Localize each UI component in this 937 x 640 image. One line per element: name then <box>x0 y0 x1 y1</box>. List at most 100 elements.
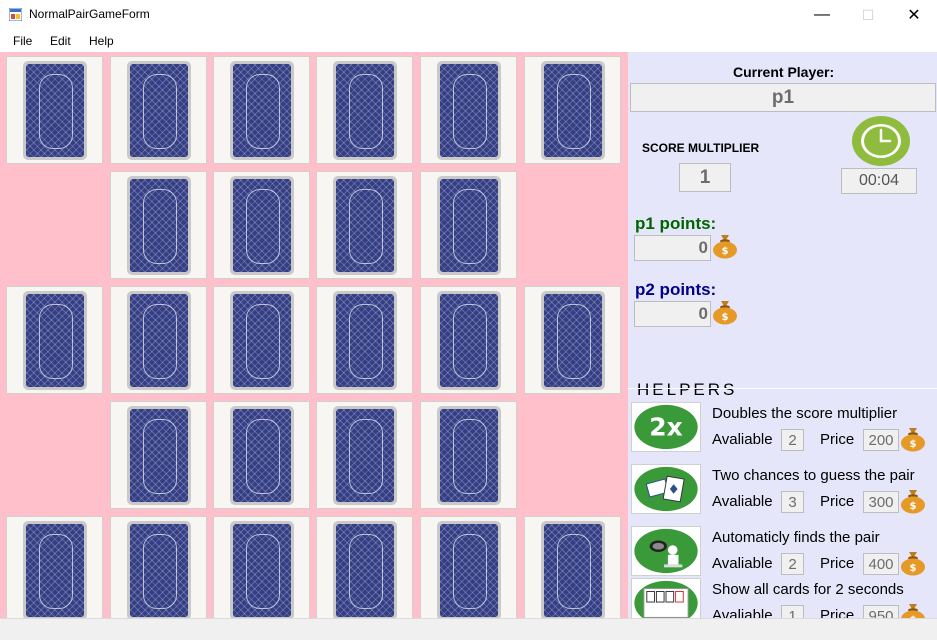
current-player-label: Current Player: <box>733 64 835 80</box>
helper-available-value: 2 <box>781 553 804 575</box>
card-back-image <box>23 291 87 390</box>
helper-price-value: 200 <box>863 429 899 451</box>
maximize-button[interactable]: ☐ <box>845 0 891 30</box>
timer-display: 00:04 <box>841 168 917 194</box>
card-back-image <box>230 406 294 505</box>
card-back-image <box>127 61 191 160</box>
svg-text:$: $ <box>910 563 917 574</box>
game-board <box>0 52 628 624</box>
card[interactable] <box>420 286 517 394</box>
card-back-image <box>437 406 501 505</box>
card[interactable] <box>110 401 207 509</box>
score-multiplier-value: 1 <box>679 163 731 192</box>
card[interactable] <box>420 516 517 624</box>
svg-text:2x: 2x <box>649 413 682 442</box>
current-player-value: p1 <box>630 83 936 112</box>
card[interactable] <box>213 516 310 624</box>
card[interactable] <box>420 171 517 279</box>
app-icon <box>9 8 22 21</box>
card[interactable] <box>316 401 413 509</box>
find-pair-icon[interactable] <box>631 526 701 576</box>
card[interactable] <box>213 56 310 164</box>
helpers-title: HELPERS <box>637 380 738 399</box>
menu-edit[interactable]: Edit <box>50 34 71 48</box>
helper-available-label: Avaliable <box>712 493 773 510</box>
money-bag-icon: $ <box>898 426 928 452</box>
p2-points-label: p2 points: <box>635 280 717 299</box>
card[interactable] <box>110 56 207 164</box>
card[interactable] <box>213 286 310 394</box>
helper-description: Show all cards for 2 seconds <box>712 581 904 598</box>
menu-bar: File Edit Help <box>0 30 937 52</box>
helper-price-value: 300 <box>863 491 899 513</box>
card[interactable] <box>316 286 413 394</box>
clock-icon <box>852 116 910 166</box>
window-title: NormalPairGameForm <box>29 7 150 21</box>
card[interactable] <box>316 516 413 624</box>
card[interactable] <box>6 56 103 164</box>
card-back-image <box>23 521 87 620</box>
helper-available-label: Avaliable <box>712 431 773 448</box>
card[interactable] <box>110 286 207 394</box>
helper-description: Doubles the score multiplier <box>712 405 898 422</box>
double-multiplier-icon[interactable]: 2x <box>631 402 701 452</box>
card-back-image <box>127 291 191 390</box>
status-bar <box>0 618 937 640</box>
money-bag-icon: $ <box>898 488 928 514</box>
minimize-button[interactable]: — <box>799 0 845 30</box>
card[interactable] <box>213 401 310 509</box>
menu-help[interactable]: Help <box>89 34 114 48</box>
card-back-image <box>230 61 294 160</box>
card[interactable] <box>316 56 413 164</box>
card-back-image <box>541 521 605 620</box>
card-back-image <box>230 291 294 390</box>
card[interactable] <box>524 56 621 164</box>
helper-price-label: Price <box>820 555 855 572</box>
card-back-image <box>127 406 191 505</box>
two-chances-icon[interactable] <box>631 464 701 514</box>
card-back-image <box>333 291 397 390</box>
p2-points-value: 0 <box>634 301 711 327</box>
card-back-image <box>230 176 294 275</box>
p1-points-value: 0 <box>634 235 711 261</box>
card-back-image <box>230 521 294 620</box>
card[interactable] <box>110 171 207 279</box>
close-button[interactable]: ✕ <box>891 0 937 30</box>
card[interactable] <box>524 286 621 394</box>
card-back-image <box>333 61 397 160</box>
money-bag-icon: $ <box>713 301 737 325</box>
money-bag-icon: $ <box>898 550 928 576</box>
card-back-image <box>437 61 501 160</box>
card[interactable] <box>524 516 621 624</box>
helper-price-label: Price <box>820 493 855 510</box>
card[interactable] <box>420 56 517 164</box>
svg-text:$: $ <box>722 246 729 257</box>
card[interactable] <box>110 516 207 624</box>
helper-description: Automaticly finds the pair <box>712 529 880 546</box>
card-back-image <box>127 176 191 275</box>
svg-text:$: $ <box>910 439 917 450</box>
card-back-image <box>127 521 191 620</box>
helper-available-label: Avaliable <box>712 555 773 572</box>
card-back-image <box>333 521 397 620</box>
card-back-image <box>541 61 605 160</box>
card-back-image <box>437 176 501 275</box>
helper-available-value: 3 <box>781 491 804 513</box>
helper-description: Two chances to guess the pair <box>712 467 915 484</box>
helpers-divider <box>628 388 937 389</box>
score-multiplier-label: SCORE MULTIPLIER <box>642 141 760 155</box>
helper-price-value: 400 <box>863 553 899 575</box>
card[interactable] <box>213 171 310 279</box>
card-back-image <box>23 61 87 160</box>
helper-available-value: 2 <box>781 429 804 451</box>
card[interactable] <box>420 401 517 509</box>
card[interactable] <box>316 171 413 279</box>
menu-file[interactable]: File <box>13 34 32 48</box>
card[interactable] <box>6 516 103 624</box>
p1-points-label: p1 points: <box>635 214 717 233</box>
card-back-image <box>437 521 501 620</box>
side-panel: Current Player: p1 SCORE MULTIPLIER 1 00… <box>628 52 937 628</box>
money-bag-icon: $ <box>713 235 737 259</box>
card[interactable] <box>6 286 103 394</box>
card-back-image <box>333 406 397 505</box>
